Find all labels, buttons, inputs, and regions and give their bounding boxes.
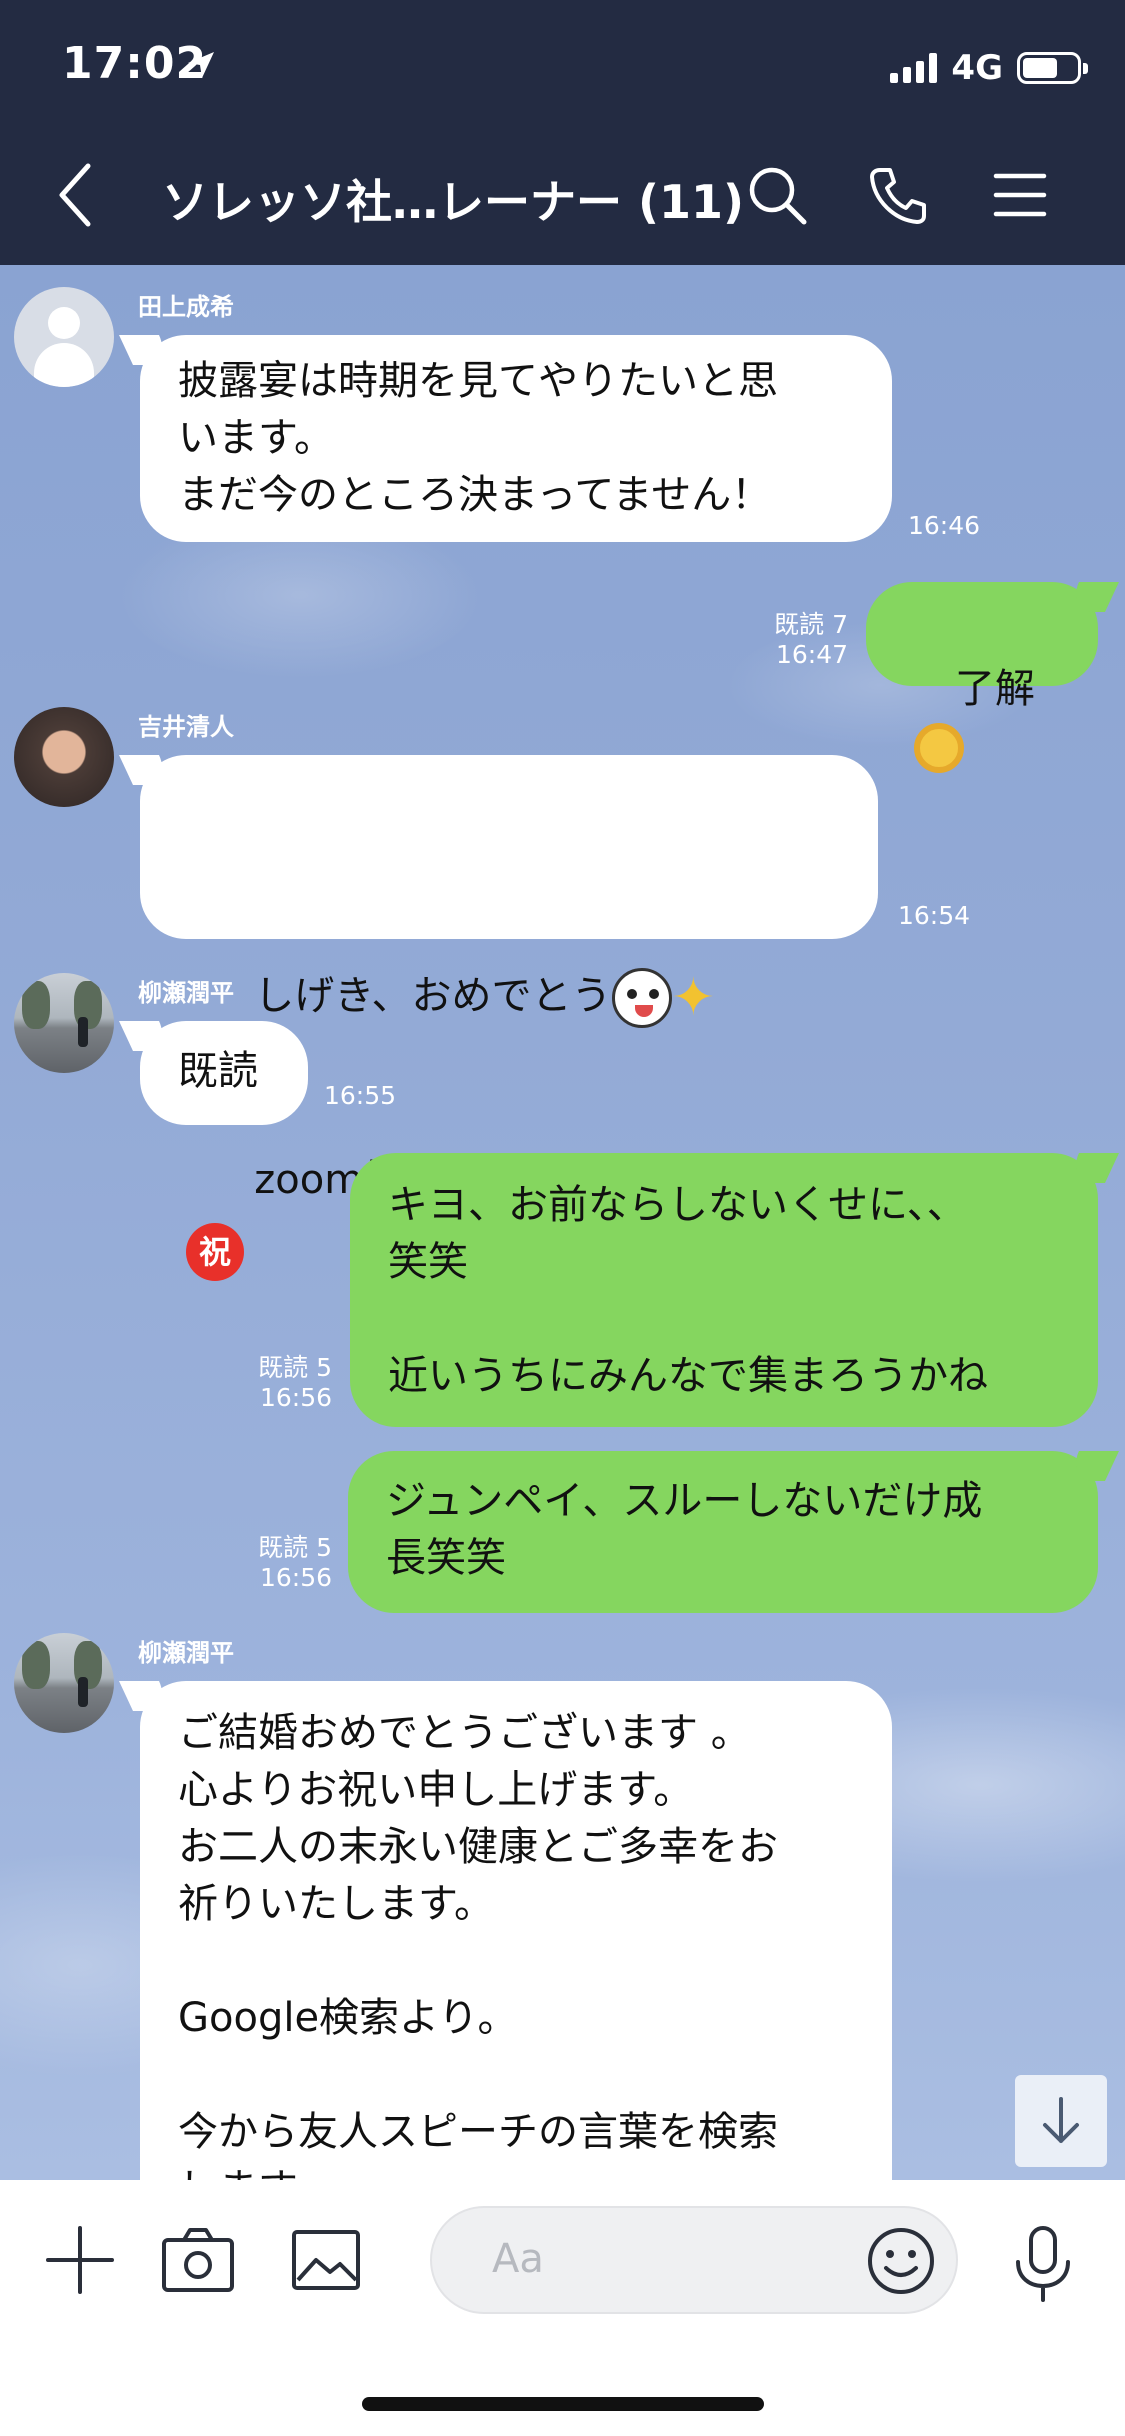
ok-hand-emoji — [914, 723, 964, 773]
back-icon[interactable] — [52, 160, 100, 230]
avatar[interactable] — [14, 707, 114, 807]
image-icon[interactable] — [290, 2224, 362, 2296]
sender-name: 田上成希 — [138, 293, 234, 321]
battery-icon — [1017, 52, 1088, 84]
sender-name: 柳瀬潤平 — [138, 1639, 234, 1667]
signal-icon — [890, 53, 938, 83]
message-bubble[interactable]: ご結婚おめでとうございます 。 心よりお祝い申し上げます。 お二人の末永い健康と… — [140, 1681, 892, 2180]
message-bubble[interactable]: キヨ、お前ならしないくせに、、 笑笑 近いうちにみんなで集まろうかね — [350, 1153, 1098, 1427]
plus-icon[interactable] — [44, 2224, 116, 2296]
chat-title: ソレッソ社…レーナー (11) — [162, 175, 745, 229]
message-bubble[interactable]: 既読 — [140, 1021, 308, 1125]
message-bubble[interactable]: 了解 — [866, 582, 1098, 773]
read-receipt: 既読 5 16:56 — [258, 1533, 332, 1592]
read-receipt: 既読 7 16:47 — [774, 610, 848, 669]
camera-icon[interactable] — [160, 2224, 236, 2296]
message-time: 16:54 — [898, 901, 971, 930]
location-arrow-icon — [188, 52, 214, 78]
read-receipt: 既読 5 16:56 — [258, 1353, 332, 1412]
avatar[interactable] — [14, 287, 114, 387]
status-indicators: 4G — [890, 48, 1088, 88]
microphone-icon[interactable] — [1010, 2224, 1076, 2304]
message-time: 16:55 — [324, 1081, 397, 1110]
sparkles-icon: ✦ — [671, 968, 716, 1028]
message-bubble[interactable]: ジュンペイ、スルーしないだけ成 長笑笑 — [348, 1451, 1098, 1613]
network-type: 4G — [951, 48, 1003, 88]
smiley-sticker-icon — [611, 968, 672, 1028]
emoji-icon[interactable] — [866, 2226, 936, 2296]
search-icon[interactable] — [746, 164, 808, 226]
home-indicator — [362, 2397, 764, 2411]
scroll-to-bottom-button[interactable] — [1015, 2075, 1107, 2167]
message-input-placeholder: Aa — [492, 2236, 544, 2282]
message-bubble[interactable]: しげき、おめでとう✦ zoom披露宴にしますか笑祝 — [140, 755, 878, 1281]
arrow-down-icon — [1043, 2097, 1079, 2143]
avatar[interactable] — [14, 1633, 114, 1733]
message-text: しげき、おめでとう — [254, 973, 612, 1019]
sender-name: 柳瀬潤平 — [138, 979, 234, 1007]
celebration-badge: 祝 — [186, 1223, 244, 1281]
menu-icon[interactable] — [992, 164, 1048, 226]
message-text: 了解 — [954, 666, 1035, 712]
sender-name: 吉井清人 — [138, 713, 234, 741]
header: 17:02 4G ソレッソ社…レーナー (11) — [0, 0, 1125, 265]
message-time: 16:46 — [908, 511, 981, 540]
phone-icon[interactable] — [866, 164, 928, 226]
message-bubble[interactable]: 披露宴は時期を見てやりたいと思 います。 まだ今のところ決まってません！ — [140, 335, 892, 542]
chat-area[interactable]: 田上成希 披露宴は時期を見てやりたいと思 います。 まだ今のところ決まってません… — [0, 265, 1125, 2180]
avatar[interactable] — [14, 973, 114, 1073]
